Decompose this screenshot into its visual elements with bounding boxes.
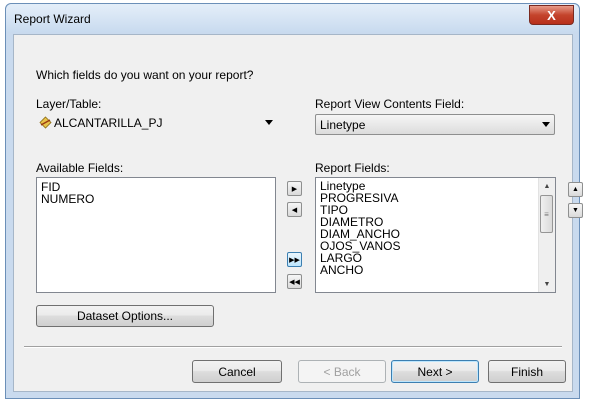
report-view-contents-label: Report View Contents Field: (315, 97, 465, 111)
layer-table-select[interactable]: ALCANTARILLA_PJ (36, 112, 278, 132)
next-button[interactable]: Next > (391, 360, 479, 383)
report-fields-list[interactable]: Linetype PROGRESIVA TIPO DIAMETRO DIAM_A… (315, 177, 556, 293)
finish-button[interactable]: Finish (488, 360, 566, 383)
remove-field-button[interactable]: ◀ (287, 202, 302, 217)
back-button[interactable]: < Back (298, 360, 386, 383)
chevron-down-icon (265, 120, 273, 125)
double-arrow-right-icon: ▶▶ (289, 256, 300, 264)
fields-prompt: Which fields do you want on your report? (36, 68, 254, 82)
dialog-client-area: Which fields do you want on your report?… (13, 34, 583, 392)
scroll-thumb[interactable]: ≡ (540, 195, 553, 233)
report-view-contents-value: Linetype (320, 118, 366, 132)
available-fields-list[interactable]: FID NUMERO (36, 177, 276, 293)
line-layer-icon (39, 116, 52, 129)
available-fields-label: Available Fields: (36, 161, 124, 175)
list-item[interactable]: PROGRESIVA (316, 192, 555, 204)
scroll-down-icon[interactable]: ▼ (539, 276, 555, 292)
double-arrow-left-icon: ◀◀ (289, 278, 300, 286)
move-down-button[interactable]: ▼ (568, 203, 583, 218)
remove-all-fields-button[interactable]: ◀◀ (287, 274, 302, 289)
layer-table-label: Layer/Table: (36, 97, 102, 111)
move-up-button[interactable]: ▲ (568, 182, 583, 197)
add-all-fields-button[interactable]: ▶▶ (287, 252, 302, 267)
arrow-right-icon: ▶ (291, 185, 298, 193)
close-icon: X (547, 7, 556, 23)
chevron-down-icon (542, 122, 550, 127)
scroll-up-icon[interactable]: ▲ (539, 178, 555, 194)
footer-divider (24, 346, 562, 348)
report-wizard-window: Report Wizard X Which fields do you want… (5, 3, 583, 399)
layer-table-value: ALCANTARILLA_PJ (54, 116, 163, 130)
report-view-contents-select[interactable]: Linetype (315, 114, 555, 135)
report-fields-label: Report Fields: (315, 161, 390, 175)
cancel-button[interactable]: Cancel (192, 360, 282, 383)
add-field-button[interactable]: ▶ (287, 181, 302, 196)
list-item[interactable]: ANCHO (316, 264, 555, 276)
available-fields-items: FID NUMERO (37, 178, 275, 205)
window-title: Report Wizard (14, 12, 91, 26)
arrow-down-icon: ▼ (572, 207, 579, 214)
report-fields-scrollbar[interactable]: ▲ ≡ ▼ (538, 178, 555, 292)
arrow-up-icon: ▲ (572, 186, 579, 193)
title-bar[interactable]: Report Wizard X (6, 4, 579, 32)
arrow-left-icon: ◀ (291, 206, 298, 214)
list-item[interactable]: NUMERO (37, 193, 275, 205)
dataset-options-button[interactable]: Dataset Options... (36, 305, 214, 327)
report-fields-items: Linetype PROGRESIVA TIPO DIAMETRO DIAM_A… (316, 178, 555, 276)
close-button[interactable]: X (529, 5, 574, 25)
